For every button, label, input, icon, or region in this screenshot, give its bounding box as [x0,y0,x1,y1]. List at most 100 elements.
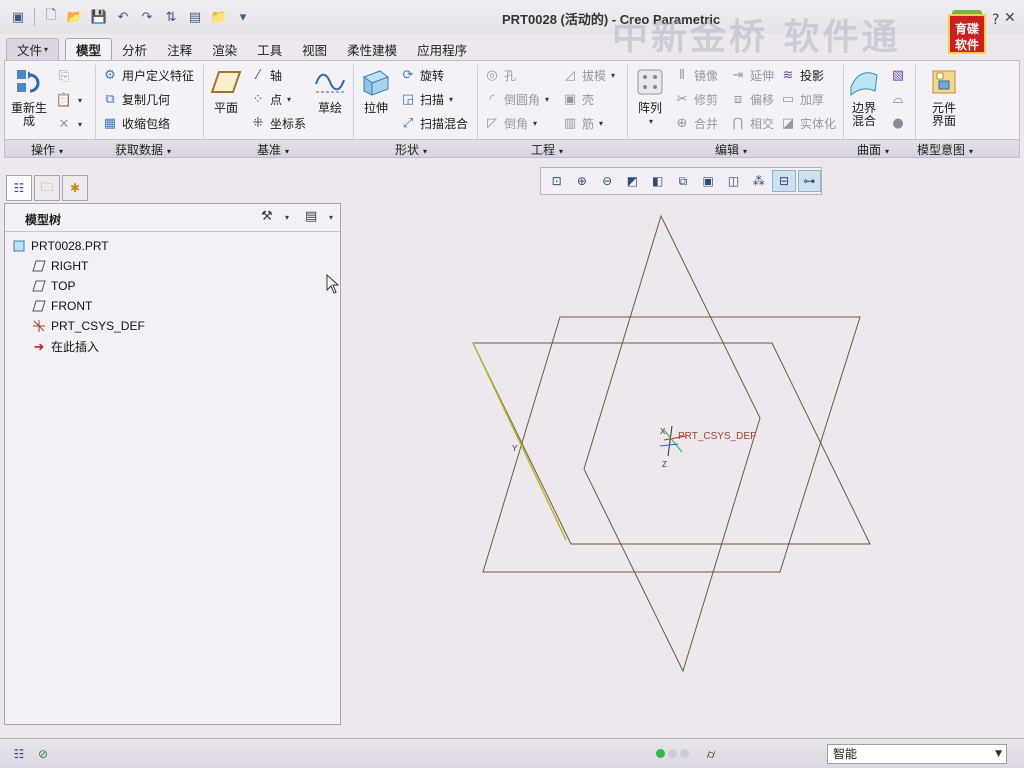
customize-dropdown-icon[interactable]: ▾ [233,7,253,27]
copy-geometry-button[interactable]: ⧉ 复制几何 [101,88,170,110]
merge-button[interactable]: ⊕ 合并 [673,112,718,134]
group-label: 形状 [395,143,420,157]
shell-button[interactable]: ▣ 壳 [561,88,594,110]
boundary-blend-button[interactable]: 边界混合 [847,65,881,128]
find-binoculars-icon[interactable]: ⌭ [700,744,722,764]
group-engineering[interactable]: 工程 ▾ [531,141,563,158]
folder-browser-tab-icon[interactable]: 🗀 [34,175,60,201]
tree-item-csys[interactable]: PRT_CSYS_DEF [31,318,145,334]
intersect-button[interactable]: ⋂ 相交 [729,112,774,134]
tab-applications[interactable]: 应用程序 [407,38,477,60]
group-label: 操作 [31,143,56,157]
chevron-down-icon[interactable]: ▾ [329,213,333,222]
windows-icon[interactable]: ▤ [185,7,205,27]
regenerate-icon[interactable]: ⇅ [161,7,181,27]
close-icon[interactable]: ✕ [1004,10,1016,26]
group-get-data[interactable]: 获取数据 ▾ [115,141,171,158]
thicken-button[interactable]: ▭ 加厚 [779,88,824,110]
freestyle-button[interactable]: ● [889,112,907,134]
project-button[interactable]: ≋ 投影 [779,64,824,86]
group-label: 编辑 [715,143,740,157]
trim-label: 修剪 [694,92,719,107]
undo-icon[interactable]: ↶ [113,7,133,27]
close-window-icon[interactable]: 📁 [209,7,229,27]
datum-plane-right[interactable] [583,214,761,673]
revolve-button[interactable]: ⟳ 旋转 [399,64,444,86]
hole-icon: ◎ [486,67,498,83]
group-operations[interactable]: 操作 ▾ [31,141,63,158]
axis-x-label: X [660,427,666,436]
swept-blend-button[interactable]: ⤢ 扫描混合 [399,112,468,134]
shell-icon: ▣ [563,91,577,107]
merge-icon: ⊕ [676,115,688,131]
app-icon[interactable]: ▣ [8,7,28,27]
tree-item-insert-here[interactable]: ➜ 在此插入 [31,338,99,355]
model-tree-tab-icon[interactable]: ☷ [6,175,32,201]
solidify-button[interactable]: ◪ 实体化 [779,112,836,134]
round-label: 倒圆角 [504,92,541,107]
datum-plane-top[interactable] [472,342,871,545]
group-surfaces[interactable]: 曲面 ▾ [857,141,889,158]
round-button[interactable]: ◜ 倒圆角 ▾ [483,88,549,110]
group-model-intent[interactable]: 模型意图 ▾ [917,141,973,158]
pattern-button[interactable]: 阵列 ▾ [633,65,667,128]
chamfer-button[interactable]: ◸ 倒角 ▾ [483,112,537,134]
selection-filter-select[interactable]: 智能 ▼ [827,744,1007,764]
sketch-button[interactable]: 草绘 [313,65,347,115]
tab-model[interactable]: 模型 [65,38,113,60]
paste-button[interactable]: 📋 ▾ [55,89,82,111]
copy-button[interactable]: ⎘ [55,65,73,87]
rib-button[interactable]: ▥ 筋 ▾ [561,112,603,134]
save-icon[interactable]: 💾 [89,7,109,27]
mirror-button[interactable]: ⫴ 镜像 [673,64,718,86]
redo-icon[interactable]: ↷ [137,7,157,27]
tree-item-top[interactable]: TOP [31,278,75,294]
open-folder-icon[interactable]: 📂 [65,7,85,27]
divider [34,8,35,26]
graphics-viewport[interactable]: PRT_CSYS_DEF X Y Z [343,160,1024,738]
tree-item-front[interactable]: FRONT [31,298,92,314]
tab-analysis[interactable]: 分析 [112,38,157,60]
fill-surface-icon: ▧ [891,67,905,83]
csys-glyph[interactable]: PRT_CSYS_DEF X Y Z [512,425,756,469]
style-surface-button[interactable]: ⌓ [889,88,907,110]
browser-toggle-icon[interactable]: ⊘ [32,744,54,764]
new-file-icon[interactable]: 🗋 [41,7,61,27]
favorites-tab-icon[interactable]: ✱ [62,175,88,201]
axis-label: 轴 [270,68,283,83]
sweep-button[interactable]: ◲ 扫描 ▾ [399,88,453,110]
tree-item-right[interactable]: RIGHT [31,258,88,274]
tab-flexible-modeling[interactable]: 柔性建模 [337,38,407,60]
tab-view[interactable]: 视图 [292,38,337,60]
csys-button[interactable]: ⁜ 坐标系 [249,112,306,134]
regenerate-button[interactable]: 重新生成 [9,65,49,128]
group-shapes[interactable]: 形状 ▾ [395,141,427,158]
plane-button[interactable]: 平面 [209,65,243,115]
hole-button[interactable]: ◎ 孔 [483,64,516,86]
tab-file[interactable]: 文件 ▾ [6,38,60,60]
axis-button[interactable]: ⁄ 轴 [249,64,282,86]
user-defined-feature-button[interactable]: ⚙ 用户定义特征 [101,64,194,86]
group-datum[interactable]: 基准 ▾ [257,141,289,158]
chevron-down-icon[interactable]: ▾ [285,213,289,222]
extend-button[interactable]: ⇥ 延伸 [729,64,774,86]
component-interface-button[interactable]: 元件界面 [927,65,961,128]
delete-button[interactable]: ✕ ▾ [55,113,82,135]
point-button[interactable]: ⁘ 点 ▾ [249,88,291,110]
tree-columns-icon[interactable]: ▤ [305,209,317,224]
group-editing[interactable]: 编辑 ▾ [715,141,747,158]
draft-button[interactable]: ◿ 拔模 ▾ [561,64,615,86]
tree-item-part[interactable]: PRT0028.PRT [11,238,109,254]
shrinkwrap-button[interactable]: ▦ 收缩包络 [101,112,170,134]
tab-render[interactable]: 渲染 [202,38,247,60]
tab-tools[interactable]: 工具 [247,38,292,60]
extrude-button[interactable]: 拉伸 [359,65,393,115]
fill-surface-button[interactable]: ▧ [889,64,907,86]
tab-annotate[interactable]: 注释 [157,38,202,60]
help-icon[interactable]: ? [992,12,999,28]
trim-button[interactable]: ✂ 修剪 [673,88,718,110]
offset-button[interactable]: ⧈ 偏移 [729,88,774,110]
tree-settings-icon[interactable]: ⚒ [261,209,273,224]
revolve-icon: ⟳ [402,67,414,83]
navigator-toggle-icon[interactable]: ☷ [8,744,30,764]
